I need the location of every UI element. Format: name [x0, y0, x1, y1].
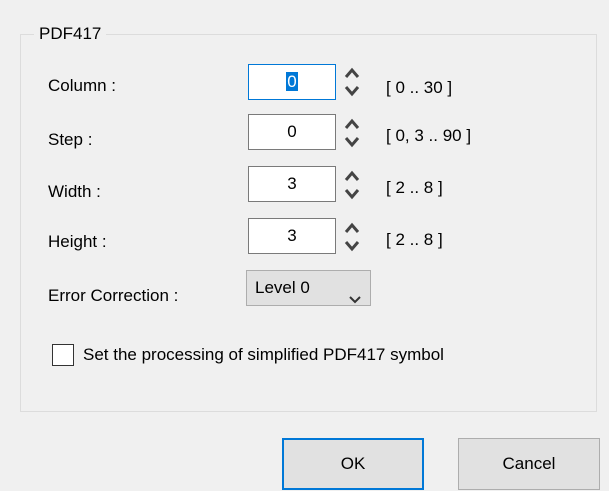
column-label: Column : — [48, 76, 117, 95]
column-range: [ 0 .. 30 ] — [386, 78, 453, 97]
step-input[interactable]: 0 — [248, 114, 336, 150]
width-spinner-icon[interactable] — [343, 168, 361, 202]
width-range: [ 2 .. 8 ] — [386, 178, 443, 197]
column-value: 0 — [286, 72, 298, 91]
height-value: 3 — [287, 226, 297, 245]
step-range: [ 0, 3 .. 90 ] — [386, 126, 472, 145]
step-label: Step : — [48, 130, 93, 149]
height-spinner-icon[interactable] — [343, 220, 361, 254]
error-correction-label: Error Correction : — [48, 286, 179, 305]
simplified-checkbox-label[interactable]: Set the processing of simplified PDF417 … — [83, 344, 444, 366]
error-correction-select[interactable]: Level 0 — [246, 270, 371, 306]
step-spinner-icon[interactable] — [343, 116, 361, 150]
column-input[interactable]: 0 — [248, 64, 336, 100]
group-title: PDF417 — [34, 24, 107, 44]
ok-button[interactable]: OK — [282, 438, 424, 490]
width-input[interactable]: 3 — [248, 166, 336, 202]
width-value: 3 — [287, 174, 297, 193]
height-input[interactable]: 3 — [248, 218, 336, 254]
column-spinner-icon[interactable] — [343, 65, 361, 99]
chevron-down-icon — [348, 283, 362, 317]
height-label: Height : — [48, 232, 107, 251]
simplified-checkbox[interactable] — [52, 344, 74, 366]
width-label: Width : — [48, 182, 101, 201]
error-correction-value: Level 0 — [255, 278, 310, 297]
cancel-button[interactable]: Cancel — [458, 438, 600, 490]
height-range: [ 2 .. 8 ] — [386, 230, 443, 249]
step-value: 0 — [287, 122, 297, 141]
